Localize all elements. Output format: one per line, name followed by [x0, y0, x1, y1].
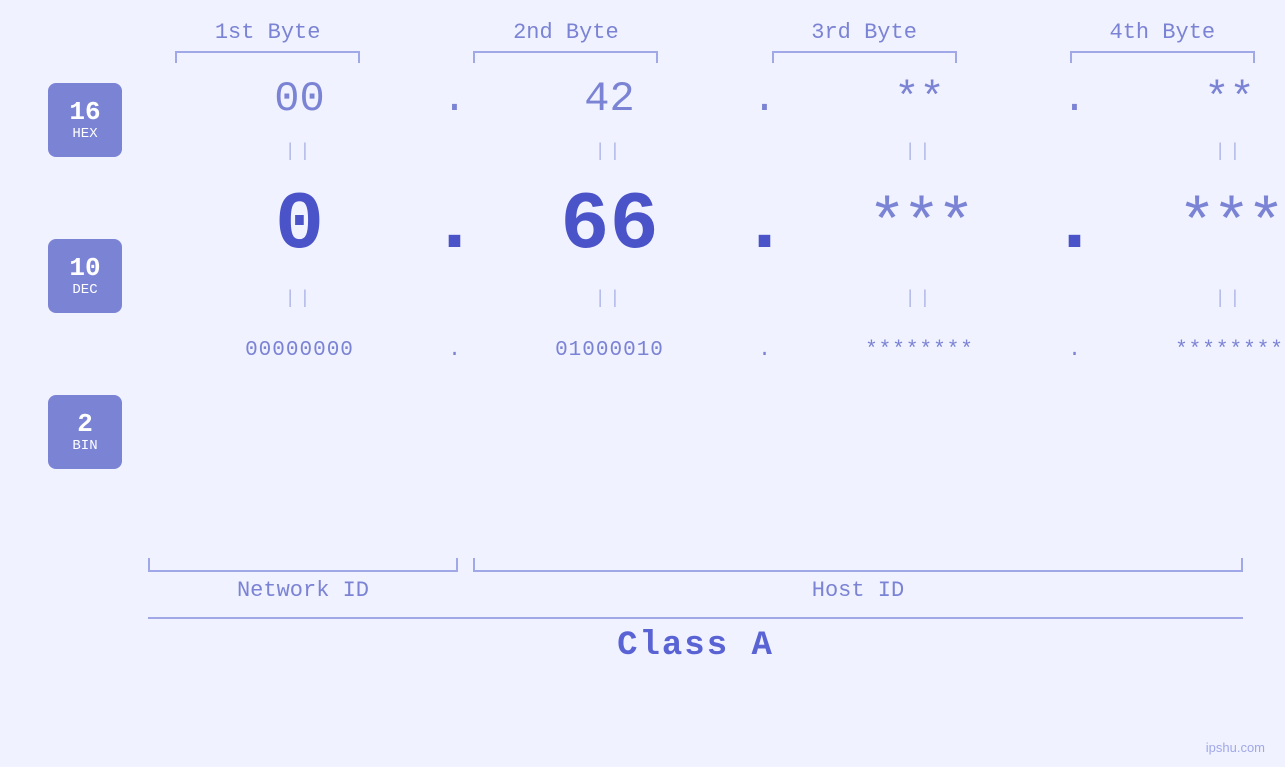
eq2-2: ||	[595, 283, 625, 315]
eq2-4: ||	[1215, 283, 1245, 315]
byte-label-4: 4th Byte	[1040, 20, 1285, 45]
sep-3: . . .	[1047, 61, 1102, 385]
class-a-label: Class A	[148, 627, 1243, 665]
bin-val-3: ********	[865, 339, 974, 362]
network-id-label: Network ID	[237, 578, 369, 603]
bottom-section: Network ID Host ID Class A	[0, 558, 1285, 665]
byte-col-3: 3rd Byte	[741, 20, 986, 53]
main-container: 1st Byte 2nd Byte 3rd Byte 4th Byte 16 H…	[0, 0, 1285, 767]
network-id-label-container: Network ID	[148, 578, 458, 603]
watermark: ipshu.com	[1206, 740, 1265, 755]
bin-val-1: 00000000	[245, 339, 354, 362]
byte-bracket-4	[1070, 51, 1255, 53]
badge-bin-label: BIN	[72, 439, 97, 454]
hex-val-3: **	[894, 75, 944, 123]
hex-val-2: 42	[584, 75, 634, 123]
dec-val-2: 66	[560, 179, 658, 272]
eq1-1: ||	[285, 136, 315, 168]
byte-bracket-1	[175, 51, 360, 53]
eq2-3: ||	[905, 283, 935, 315]
badge-bin: 2 BIN	[48, 395, 122, 469]
sep-1: . . .	[427, 61, 482, 385]
badge-hex: 16 HEX	[48, 83, 122, 157]
badge-dec-num: 10	[69, 254, 100, 283]
hex-val-1: 00	[274, 75, 324, 123]
badge-hex-num: 16	[69, 98, 100, 127]
host-id-label: Host ID	[812, 578, 904, 603]
sep-2: . . .	[737, 61, 792, 385]
bin-val-4: ********	[1175, 339, 1284, 362]
host-id-label-container: Host ID	[473, 578, 1243, 603]
dec-val-1: 0	[275, 179, 324, 272]
eq2-1: ||	[285, 283, 315, 315]
byte-data-2: 42 || 66 || 01000010	[482, 61, 737, 385]
class-a-section: Class A	[148, 617, 1243, 665]
host-id-bracket	[473, 558, 1243, 572]
byte-label-3: 3rd Byte	[741, 20, 986, 45]
byte-col-2: 2nd Byte	[443, 20, 688, 53]
class-a-bar	[148, 617, 1243, 619]
bin-val-2: 01000010	[555, 339, 664, 362]
byte-bracket-3	[772, 51, 957, 53]
byte-label-1: 1st Byte	[145, 20, 390, 45]
badge-dec: 10 DEC	[48, 239, 122, 313]
byte-label-2: 2nd Byte	[443, 20, 688, 45]
byte-labels-row: 1st Byte 2nd Byte 3rd Byte 4th Byte	[0, 0, 1285, 53]
dec-val-4: ***	[1178, 190, 1281, 262]
byte-col-1: 1st Byte	[145, 20, 390, 53]
network-id-bracket	[148, 558, 458, 572]
hex-val-4: **	[1204, 75, 1254, 123]
data-columns: 00 || 0 || 00000000 . . .	[122, 61, 1285, 554]
badge-hex-label: HEX	[72, 127, 97, 142]
byte-col-4: 4th Byte	[1040, 20, 1285, 53]
byte-data-3: ** || *** || ********	[792, 61, 1047, 385]
byte-data-1: 00 || 0 || 00000000	[172, 61, 427, 385]
byte-data-4: ** || *** || ********	[1102, 61, 1285, 385]
eq1-4: ||	[1215, 136, 1245, 168]
byte-bracket-2	[473, 51, 658, 53]
brackets-row	[148, 558, 1285, 572]
dec-val-3: ***	[868, 190, 971, 262]
id-labels-row: Network ID Host ID	[148, 578, 1285, 603]
badge-dec-label: DEC	[72, 283, 97, 298]
eq1-2: ||	[595, 136, 625, 168]
badges-column: 16 HEX 10 DEC 2 BIN	[0, 61, 122, 554]
eq1-3: ||	[905, 136, 935, 168]
badge-bin-num: 2	[77, 410, 93, 439]
